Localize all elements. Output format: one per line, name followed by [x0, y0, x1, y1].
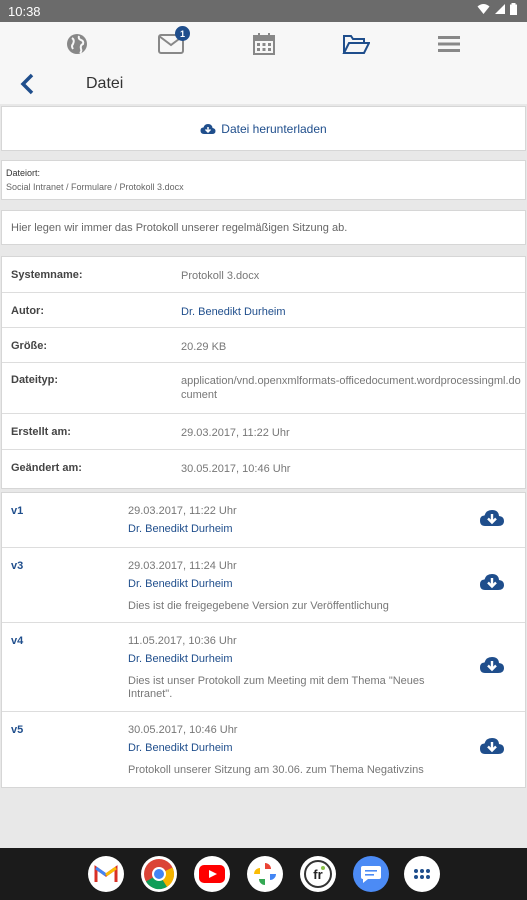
title-bar: Datei [0, 64, 527, 104]
property-key: Größe: [11, 340, 48, 352]
top-navigation: 1 [0, 22, 527, 64]
file-description: Hier legen wir immer das Protokoll unser… [1, 210, 526, 245]
property-value: application/vnd.openxmlformats-officedoc… [181, 375, 521, 401]
photos-icon [254, 863, 276, 885]
status-time: 10:38 [8, 4, 41, 19]
version-label: v5 [11, 724, 24, 736]
version-author-link[interactable]: Dr. Benedikt Durheim [128, 523, 233, 535]
property-key: Erstellt am: [11, 426, 71, 438]
page-title: Datei [86, 75, 124, 92]
version-author-link[interactable]: Dr. Benedikt Durheim [128, 578, 233, 590]
download-label: Datei herunterladen [221, 121, 327, 136]
svg-text:fr: fr [313, 867, 322, 882]
property-row: Erstellt am: 29.03.2017, 11:22 Uhr [2, 414, 525, 450]
file-location: Dateiort: Social Intranet / Formulare / … [1, 160, 526, 200]
chevron-left-icon [20, 73, 34, 95]
property-value: 30.05.2017, 10:46 Uhr [181, 463, 291, 475]
messages-app[interactable] [353, 856, 389, 892]
globe-icon[interactable] [62, 30, 92, 58]
version-date: 30.05.2017, 10:46 Uhr [128, 724, 238, 736]
folder-open-icon[interactable] [341, 30, 371, 58]
version-row: v3 29.03.2017, 11:24 Uhr Dr. Benedikt Du… [2, 548, 525, 623]
property-value: Protokoll 3.docx [181, 270, 260, 282]
property-key: Dateityp: [11, 374, 59, 386]
property-row: Dateityp: application/vnd.openxmlformats… [2, 363, 525, 414]
mail-badge: 1 [175, 26, 190, 41]
property-row: Systemname: Protokoll 3.docx [2, 257, 525, 293]
property-value: 29.03.2017, 11:22 Uhr [181, 427, 290, 439]
back-button[interactable] [16, 72, 40, 96]
version-note: Protokoll unserer Sitzung am 30.06. zum … [128, 764, 424, 776]
properties-table: Systemname: Protokoll 3.docx Autor: Dr. … [1, 256, 526, 489]
version-date: 11.05.2017, 10:36 Uhr [128, 635, 237, 647]
signal-icon [495, 4, 505, 14]
download-file-button[interactable]: Datei herunterladen [1, 106, 526, 151]
version-author-link[interactable]: Dr. Benedikt Durheim [128, 653, 233, 665]
version-list: v1 29.03.2017, 11:22 Uhr Dr. Benedikt Du… [1, 492, 526, 788]
author-link[interactable]: Dr. Benedikt Durheim [181, 305, 521, 319]
cloud-download-icon [200, 123, 216, 134]
status-bar: 10:38 [0, 0, 527, 22]
youtube-app[interactable] [194, 856, 230, 892]
property-key: Geändert am: [11, 462, 82, 474]
cloud-download-icon [480, 510, 504, 526]
cloud-download-icon [480, 738, 504, 754]
gmail-icon [94, 865, 118, 882]
version-download-button[interactable] [479, 572, 505, 594]
cloud-download-icon [480, 574, 504, 590]
property-value: 20.29 KB [181, 341, 227, 353]
mail-icon[interactable]: 1 [156, 26, 190, 58]
gmail-app[interactable] [88, 856, 124, 892]
property-row: Autor: Dr. Benedikt Durheim [2, 293, 525, 328]
version-row: v4 11.05.2017, 10:36 Uhr Dr. Benedikt Du… [2, 623, 525, 712]
status-icons [477, 3, 517, 15]
photos-app[interactable] [247, 856, 283, 892]
version-note: Dies ist die freigegebene Version zur Ve… [128, 600, 389, 612]
property-key: Autor: [11, 305, 44, 317]
version-download-button[interactable] [479, 736, 505, 758]
app-dock: fr [0, 848, 527, 900]
version-row: v5 30.05.2017, 10:46 Uhr Dr. Benedikt Du… [2, 712, 525, 787]
version-label: v4 [11, 635, 24, 647]
property-row: Geändert am: 30.05.2017, 10:46 Uhr [2, 450, 525, 486]
messages-icon [361, 866, 381, 883]
chrome-icon [144, 859, 175, 890]
apps-grid-icon [414, 869, 430, 879]
battery-icon [510, 3, 517, 15]
version-download-button[interactable] [479, 655, 505, 677]
menu-icon[interactable] [434, 30, 464, 58]
version-label: v1 [11, 505, 24, 517]
wifi-icon [477, 4, 490, 14]
version-label: v3 [11, 560, 24, 572]
calendar-icon[interactable] [249, 30, 279, 58]
youtube-icon [199, 865, 225, 883]
all-apps[interactable] [404, 856, 440, 892]
empty-area [0, 790, 527, 848]
fr-app[interactable]: fr [300, 856, 336, 892]
version-date: 29.03.2017, 11:24 Uhr [128, 560, 237, 572]
location-path: Social Intranet / Formulare / Protokoll … [6, 182, 184, 192]
version-row: v1 29.03.2017, 11:22 Uhr Dr. Benedikt Du… [2, 493, 525, 548]
fr-icon: fr [304, 860, 332, 888]
version-download-button[interactable] [479, 508, 505, 530]
version-date: 29.03.2017, 11:22 Uhr [128, 505, 237, 517]
property-key: Systemname: [11, 269, 83, 281]
version-author-link[interactable]: Dr. Benedikt Durheim [128, 742, 233, 754]
chrome-app[interactable] [141, 856, 177, 892]
location-label: Dateiort: [6, 168, 41, 178]
cloud-download-icon [480, 657, 504, 673]
version-note: Dies ist unser Protokoll zum Meeting mit… [128, 675, 425, 700]
property-row: Größe: 20.29 KB [2, 328, 525, 363]
